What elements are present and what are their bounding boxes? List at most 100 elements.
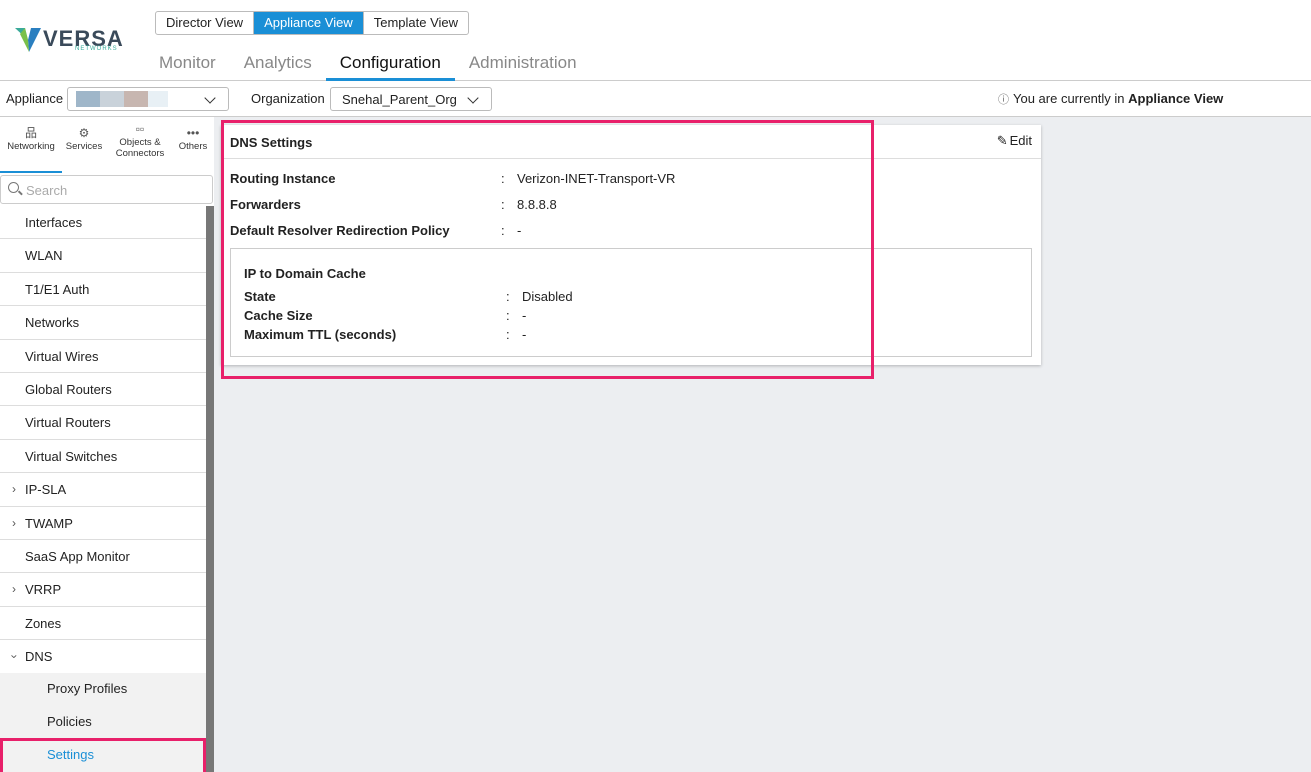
edit-icon: ✎ bbox=[996, 133, 1008, 148]
sidebar-item-zones[interactable]: Zones bbox=[0, 607, 206, 641]
sidebar-item-vrrp[interactable]: › VRRP bbox=[0, 573, 206, 607]
sidebar-item-twamp[interactable]: › TWAMP bbox=[0, 507, 206, 540]
field-separator: : bbox=[506, 289, 510, 304]
field-label: Maximum TTL (seconds) bbox=[244, 327, 397, 342]
sidebar-subitem-proxy-profiles[interactable]: Proxy Profiles bbox=[0, 673, 206, 706]
redacted-block bbox=[148, 91, 168, 107]
sidebar-item-label: TWAMP bbox=[25, 515, 73, 531]
current-view-note: ⓘ You are currently in Appliance View bbox=[998, 91, 1223, 107]
gears-icon: ⚙ bbox=[78, 126, 90, 140]
view-note-view: Appliance View bbox=[1128, 91, 1224, 106]
sidebar-item-label: Global Routers bbox=[25, 381, 112, 397]
field-value: - bbox=[517, 223, 522, 238]
edit-button[interactable]: ✎ Edit bbox=[997, 133, 1032, 149]
tab-monitor[interactable]: Monitor bbox=[145, 52, 230, 81]
sidebar-item-label: VRRP bbox=[25, 582, 62, 598]
view-note-prefix: You are currently in bbox=[1013, 91, 1125, 106]
sidebar-subitem-policies[interactable]: Policies bbox=[0, 705, 206, 739]
view-switcher: Director View Appliance View Template Vi… bbox=[155, 11, 470, 35]
sidebar-search[interactable]: Search bbox=[0, 175, 213, 204]
versa-logo: VERSA NETWORKS bbox=[15, 22, 125, 56]
ip-domain-cache-box: IP to Domain Cache State : Disabled Cach… bbox=[230, 248, 1032, 357]
field-label: Default Resolver Redirection Policy bbox=[230, 223, 450, 238]
redacted-block bbox=[124, 91, 148, 107]
chevron-down-icon bbox=[204, 92, 216, 104]
field-label: Cache Size bbox=[244, 308, 313, 323]
sidebar: 品 Networking ⚙ Services ▫▫ Objects & Con… bbox=[0, 117, 214, 772]
sidebar-item-saas-app-monitor[interactable]: SaaS App Monitor bbox=[0, 540, 206, 574]
edit-label: Edit bbox=[1009, 133, 1032, 148]
field-value: - bbox=[522, 327, 527, 342]
category-networking[interactable]: 品 Networking bbox=[0, 117, 62, 173]
organization-select[interactable]: Snehal_Parent_Org bbox=[330, 87, 492, 111]
info-icon: ⓘ bbox=[998, 94, 1009, 106]
main-content: DNS Settings ✎ Edit Routing Instance : Ve… bbox=[214, 117, 1311, 772]
chevron-right-icon: › bbox=[12, 515, 16, 530]
dns-settings-card: DNS Settings ✎ Edit Routing Instance : Ve… bbox=[221, 125, 1041, 365]
field-label: Routing Instance bbox=[230, 171, 336, 186]
card-title: DNS Settings bbox=[230, 135, 313, 150]
chevron-right-icon: › bbox=[12, 482, 16, 497]
tab-administration[interactable]: Administration bbox=[455, 52, 591, 81]
field-separator: : bbox=[501, 171, 505, 186]
sidebar-item-virtual-wires[interactable]: Virtual Wires bbox=[0, 340, 206, 373]
category-objects-label: Objects & Connectors bbox=[115, 137, 165, 159]
sidebar-item-label: Virtual Routers bbox=[25, 415, 111, 431]
field-separator: : bbox=[501, 223, 505, 238]
sidebar-item-t1e1-auth[interactable]: T1/E1 Auth bbox=[0, 273, 206, 307]
grid-icon: ▫▫ bbox=[135, 122, 145, 136]
field-value: Verizon-INET-Transport-VR bbox=[517, 171, 676, 186]
field-value: - bbox=[522, 308, 527, 323]
sidebar-item-label: Networks bbox=[25, 315, 80, 331]
tab-configuration[interactable]: Configuration bbox=[325, 52, 455, 81]
field-separator: : bbox=[506, 308, 510, 323]
search-placeholder: Search bbox=[26, 183, 68, 198]
sidebar-item-ip-sla[interactable]: › IP-SLA bbox=[0, 473, 206, 507]
sidebar-item-label: Zones bbox=[25, 615, 62, 631]
card-header: DNS Settings ✎ Edit bbox=[221, 125, 1041, 159]
field-value: 8.8.8.8 bbox=[517, 197, 557, 212]
sidebar-item-label: SaaS App Monitor bbox=[25, 548, 130, 564]
sidebar-item-label: Interfaces bbox=[25, 215, 83, 230]
sidebar-item-label: Virtual Wires bbox=[25, 348, 99, 364]
field-value: Disabled bbox=[522, 289, 573, 304]
sidebar-item-global-routers[interactable]: Global Routers bbox=[0, 373, 206, 407]
appliance-select[interactable] bbox=[67, 87, 229, 111]
field-label: State bbox=[244, 289, 276, 304]
category-objects[interactable]: ▫▫ Objects & Connectors bbox=[106, 117, 174, 173]
sidebar-category-tabs: 品 Networking ⚙ Services ▫▫ Objects & Con… bbox=[0, 117, 214, 173]
brand-tagline: NETWORKS bbox=[75, 46, 118, 52]
sidebar-item-label: IP-SLA bbox=[25, 482, 67, 498]
sidebar-item-virtual-routers[interactable]: Virtual Routers bbox=[0, 406, 206, 440]
cache-title: IP to Domain Cache bbox=[244, 266, 366, 281]
organization-value: Snehal_Parent_Org bbox=[342, 92, 457, 107]
sidebar-item-networks[interactable]: Networks bbox=[0, 306, 206, 340]
category-others[interactable]: ••• Others bbox=[174, 117, 212, 173]
chevron-down-icon: › bbox=[7, 654, 22, 659]
sidebar-subitem-settings[interactable]: Settings bbox=[0, 738, 206, 772]
sidebar-scrollbar[interactable] bbox=[206, 206, 214, 772]
main-tabs: Monitor Analytics Configuration Administ… bbox=[145, 52, 591, 81]
director-view-button[interactable]: Director View bbox=[156, 12, 255, 34]
template-view-button[interactable]: Template View bbox=[364, 12, 468, 34]
versa-v-icon bbox=[15, 28, 41, 52]
app-header: VERSA NETWORKS Director View Appliance V… bbox=[0, 0, 1311, 81]
filter-bar: Appliance Organization Snehal_Parent_Org… bbox=[0, 81, 1311, 117]
tab-analytics[interactable]: Analytics bbox=[230, 52, 326, 81]
search-icon bbox=[8, 182, 19, 193]
category-services[interactable]: ⚙ Services bbox=[62, 117, 106, 173]
sidebar-item-dns[interactable]: › DNS bbox=[0, 640, 206, 673]
sidebar-nav: Interfaces WLAN T1/E1 Auth Networks Virt… bbox=[0, 206, 206, 772]
sidebar-item-label: T1/E1 Auth bbox=[25, 281, 90, 297]
sidebar-item-label: WLAN bbox=[25, 248, 63, 264]
field-separator: : bbox=[501, 197, 505, 212]
redacted-block bbox=[76, 91, 100, 107]
network-icon: 品 bbox=[24, 126, 37, 140]
sidebar-item-virtual-switches[interactable]: Virtual Switches bbox=[0, 440, 206, 474]
sidebar-item-interfaces[interactable]: Interfaces bbox=[0, 206, 206, 240]
category-networking-label: Networking bbox=[7, 141, 55, 152]
appliance-view-button[interactable]: Appliance View bbox=[254, 12, 364, 34]
field-label: Forwarders bbox=[230, 197, 301, 212]
sidebar-item-wlan[interactable]: WLAN bbox=[0, 239, 206, 273]
more-icon: ••• bbox=[186, 126, 200, 140]
